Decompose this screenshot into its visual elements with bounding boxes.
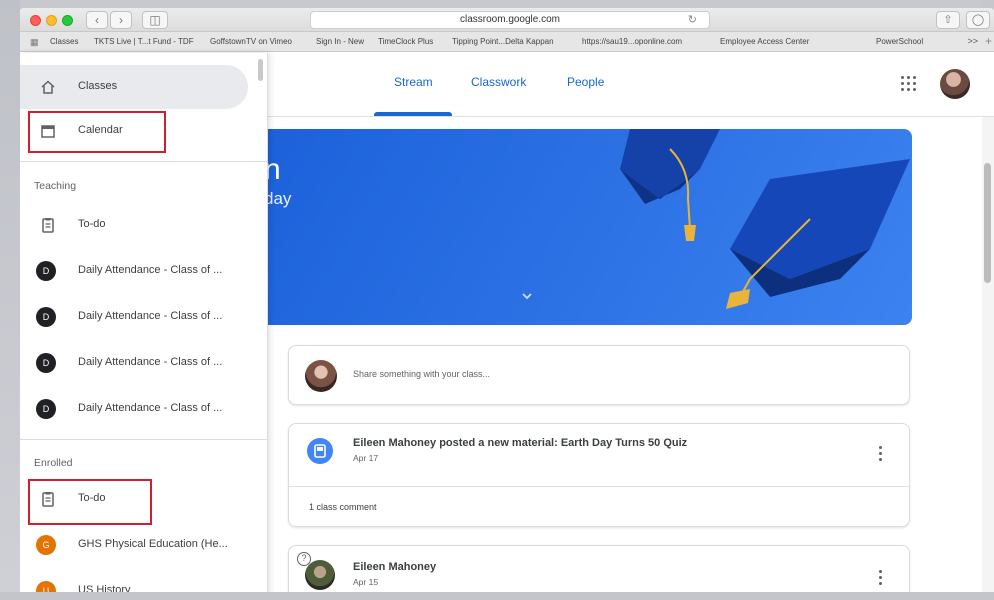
bookmarks-grid-icon[interactable]: ▦ — [30, 37, 42, 47]
bookmark-item[interactable]: Classes — [50, 37, 78, 46]
class-initial-avatar: G — [36, 535, 56, 555]
active-tab-indicator — [374, 112, 452, 116]
browser-window: ‹ › ◫ classroom.google.com ↻ ⇧ ◯ ▦ Class… — [20, 8, 994, 600]
bookmark-item[interactable]: TimeClock Plus — [378, 37, 433, 46]
frame-bottom — [0, 592, 994, 600]
class-initial-avatar: D — [36, 307, 56, 327]
bookmarks-bar: ▦ Classes TKTS Live | T...t Fund - TDF G… — [20, 32, 994, 52]
share-icon[interactable]: ⇧ — [936, 11, 960, 29]
drawer-item-class[interactable]: D Daily Attendance - Class of ... — [20, 387, 268, 431]
zoom-window-button[interactable] — [62, 15, 73, 26]
stream-post[interactable]: Eileen Mahoney posted a new material: Ea… — [288, 423, 910, 527]
bookmark-item[interactable]: TKTS Live | T...t Fund - TDF — [94, 37, 194, 46]
browser-titlebar: ‹ › ◫ classroom.google.com ↻ ⇧ ◯ — [20, 8, 994, 32]
todo-icon — [42, 218, 54, 233]
share-with-class-card[interactable]: Share something with your class... — [288, 345, 910, 405]
minimize-window-button[interactable] — [46, 15, 57, 26]
class-initial-avatar: D — [36, 261, 56, 281]
drawer-item-label: Daily Attendance - Class of ... — [78, 356, 223, 368]
tab-classwork[interactable]: Classwork — [471, 75, 526, 89]
page-scrollbar-thumb[interactable] — [984, 163, 991, 283]
home-icon — [41, 80, 55, 94]
drawer-item-label: Daily Attendance - Class of ... — [78, 402, 223, 414]
post-date: Apr 15 — [353, 577, 379, 587]
post-date: Apr 17 — [353, 453, 379, 463]
post-title[interactable]: Eileen Mahoney posted a new material: Ea… — [353, 437, 687, 449]
tab-stream[interactable]: Stream — [394, 75, 433, 89]
class-comments-link[interactable]: 1 class comment — [309, 502, 377, 512]
share-input[interactable]: Share something with your class... — [353, 369, 490, 379]
material-icon — [307, 438, 333, 464]
drawer-item-class[interactable]: D Daily Attendance - Class of ... — [20, 249, 268, 293]
graduation-caps-illustration — [620, 129, 910, 309]
drawer-item-label: GHS Physical Education (He... — [78, 538, 228, 550]
tab-people[interactable]: People — [567, 75, 604, 89]
new-tab-icon[interactable]: + — [985, 34, 992, 48]
google-apps-icon[interactable] — [900, 75, 918, 93]
more-options-icon[interactable] — [879, 446, 883, 462]
classroom-page: Stream Classwork People n day Share some… — [20, 53, 994, 600]
drawer-item-label: To-do — [78, 218, 106, 230]
navigation-drawer: Classes Calendar Teaching To-do D Daily … — [20, 53, 268, 600]
divider — [20, 161, 268, 162]
more-options-icon[interactable] — [879, 570, 883, 586]
bookmark-item[interactable]: Sign In - New — [316, 37, 364, 46]
drawer-item-class[interactable]: D Daily Attendance - Class of ... — [20, 295, 268, 339]
class-initial-avatar: D — [36, 399, 56, 419]
divider — [20, 439, 268, 440]
forward-button[interactable]: › — [110, 11, 132, 29]
drawer-item-label: Daily Attendance - Class of ... — [78, 310, 223, 322]
chevron-down-icon[interactable] — [520, 289, 534, 303]
tabs-icon[interactable]: ◯ — [966, 11, 990, 29]
author-avatar — [305, 560, 335, 590]
close-window-button[interactable] — [30, 15, 41, 26]
frame-left — [0, 0, 20, 600]
class-subtitle: day — [264, 189, 292, 208]
account-avatar[interactable] — [940, 69, 970, 99]
bookmark-item[interactable]: https://sau19...oponline.com — [582, 37, 682, 46]
drawer-item-classes[interactable]: Classes — [20, 65, 248, 109]
user-avatar — [305, 360, 337, 392]
class-initial-avatar: D — [36, 353, 56, 373]
bookmark-item[interactable]: GoffstownTV on Vimeo — [210, 37, 292, 46]
drawer-item-teaching-todo[interactable]: To-do — [20, 203, 268, 247]
reload-icon[interactable]: ↻ — [688, 12, 697, 28]
drawer-item-label: Daily Attendance - Class of ... — [78, 264, 223, 276]
bookmark-item[interactable]: Tipping Point...Delta Kappan — [452, 37, 554, 46]
drawer-item-label: Classes — [78, 80, 118, 92]
post-author: Eileen Mahoney — [353, 561, 437, 573]
drawer-item-class[interactable]: D Daily Attendance - Class of ... — [20, 341, 268, 385]
highlight-calendar — [28, 111, 166, 153]
bookmarks-more-button[interactable]: >> — [967, 36, 978, 46]
url-text: classroom.google.com — [459, 14, 561, 25]
highlight-enrolled-todo — [28, 479, 152, 525]
section-label-enrolled: Enrolled — [34, 457, 73, 469]
drawer-scrollbar-thumb[interactable] — [258, 59, 263, 81]
back-button[interactable]: ‹ — [86, 11, 108, 29]
question-icon: ? — [297, 552, 311, 566]
sidebar-toggle-icon[interactable]: ◫ — [142, 11, 168, 29]
class-banner: n day — [220, 129, 912, 325]
divider — [289, 486, 909, 487]
address-bar[interactable]: classroom.google.com ↻ — [310, 11, 710, 29]
bookmark-item[interactable]: PowerSchool — [876, 37, 923, 46]
bookmark-item[interactable]: Employee Access Center — [720, 37, 809, 46]
section-label-teaching: Teaching — [34, 180, 77, 192]
drawer-item-class[interactable]: G GHS Physical Education (He... — [20, 523, 268, 567]
